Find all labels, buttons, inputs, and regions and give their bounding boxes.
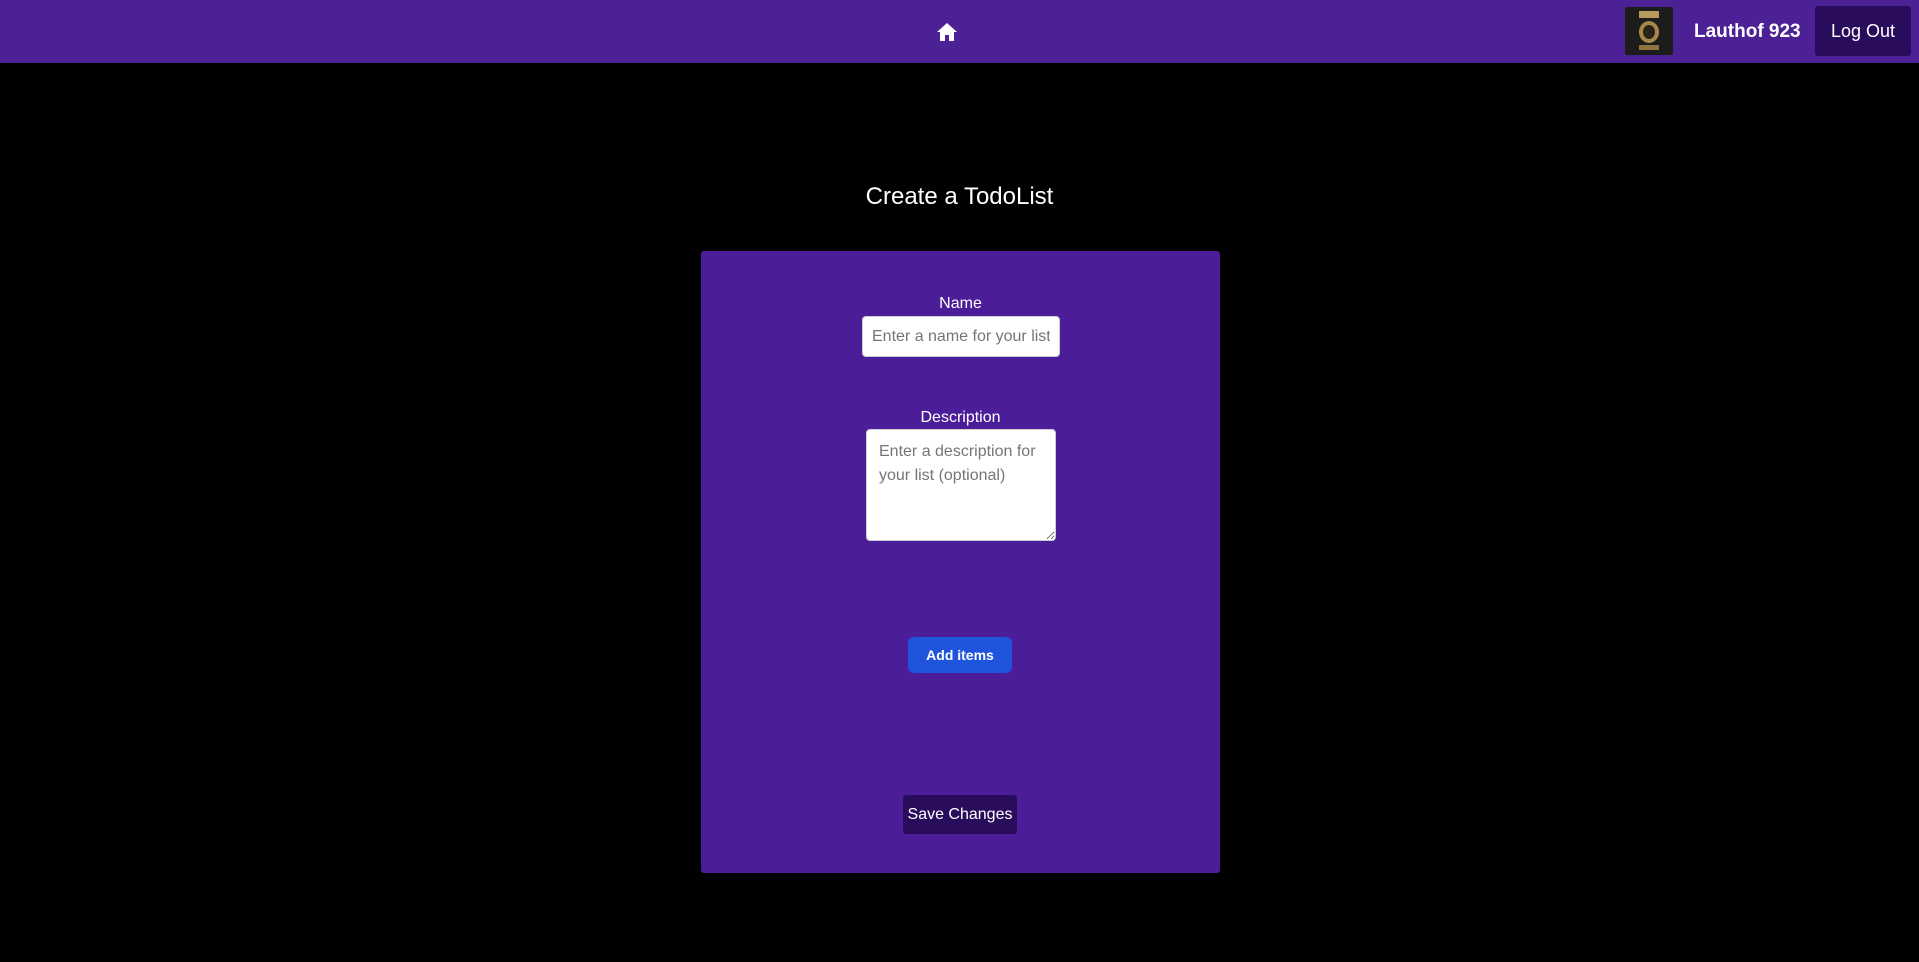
home-icon [937, 23, 957, 41]
avatar-emblem-icon [1625, 7, 1673, 55]
logout-button[interactable]: Log Out [1815, 6, 1911, 56]
description-label: Description [920, 409, 1001, 426]
name-input[interactable] [862, 316, 1060, 357]
add-items-button[interactable]: Add items [908, 637, 1012, 673]
create-todolist-form: Name Description Add items Save Changes [701, 251, 1220, 873]
home-button[interactable] [933, 19, 961, 45]
top-navbar: Lauthof 923 Log Out [0, 0, 1919, 63]
page-title: Create a TodoList [865, 183, 1054, 210]
description-textarea[interactable] [866, 429, 1056, 541]
user-avatar[interactable] [1625, 7, 1673, 55]
save-changes-button[interactable]: Save Changes [903, 795, 1017, 834]
username-label: Lauthof 923 [1694, 21, 1801, 42]
name-label: Name [939, 295, 982, 312]
